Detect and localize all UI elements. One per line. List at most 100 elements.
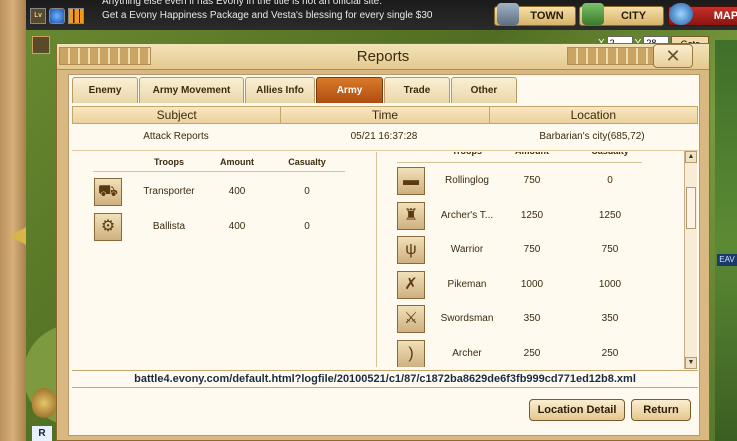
troop-row: ✗ Pikeman 1000 1000	[377, 269, 681, 301]
troop-name: Rollinglog	[445, 175, 489, 186]
troop-casualty: 0	[304, 186, 310, 197]
compass-icon[interactable]	[32, 388, 56, 418]
location-header: Location	[570, 108, 616, 122]
troop-amount: 750	[523, 175, 541, 186]
troop-amount: 1000	[520, 278, 544, 290]
troop-name: Archer	[452, 347, 482, 359]
casualty-header: Casualty	[288, 157, 326, 167]
troop-glyph: ▬	[403, 172, 419, 189]
reports-panel: Enemy Army Movement Allies Info Army Tra…	[68, 74, 700, 436]
troop-glyph: ✗	[404, 275, 418, 293]
troop-amount: 400	[228, 186, 246, 197]
subject-header: Subject	[73, 107, 282, 123]
troop-amount: 400	[228, 221, 246, 232]
return-button[interactable]: Return	[631, 399, 691, 421]
troop-casualty: 1000	[598, 278, 622, 290]
troop-casualty: 250	[601, 347, 619, 359]
troop-casualty: 750	[601, 244, 619, 255]
report-location: Barbarian's city(685,72)	[539, 131, 645, 142]
troop-glyph: ⛟	[97, 183, 119, 200]
troop-row: ▬ Rollinglog 750 0	[377, 165, 681, 197]
news-ticker: Anything else even if has Evony in the t…	[102, 0, 482, 30]
minimize-icon[interactable]	[32, 36, 50, 54]
lv-icon[interactable]: Lv	[30, 8, 46, 24]
pause-icon[interactable]	[68, 8, 84, 24]
ticker-line-1: Anything else even if has Evony in the t…	[102, 0, 382, 7]
globe-map-icon	[669, 3, 693, 25]
tab-trade[interactable]: Trade	[384, 77, 450, 103]
attacker-troops: Troops Amount Casualty ⛟ Transporter 400 0 ⚙…	[72, 152, 377, 367]
report-time: 05/21 16:37:28	[350, 131, 418, 142]
warrior-icon: ψ	[397, 236, 425, 264]
bottom-left-label: R	[32, 426, 52, 441]
casualty-header: Casualty	[575, 152, 645, 160]
globe-icon[interactable]	[49, 8, 65, 24]
amount-header: Amount	[220, 157, 254, 167]
troop-row: ) Archer 250 250	[377, 338, 681, 367]
troop-name: Pikeman	[447, 278, 487, 290]
report-row[interactable]: Attack Reports 05/21 16:37:28 Barbarian'…	[72, 124, 698, 151]
troops-header: Troops	[153, 157, 184, 167]
close-button[interactable]: ✕	[653, 44, 693, 68]
tab-army[interactable]: Army	[316, 77, 383, 103]
city-button[interactable]: CITY	[579, 3, 664, 26]
city-icon	[582, 3, 604, 25]
title-bar[interactable]: Reports	[57, 44, 709, 70]
troop-row: ⚙ Ballista 400 0	[72, 211, 376, 243]
ticker-line-2: Get a Evony Happiness Package and Vesta'…	[102, 10, 433, 21]
defender-troops[interactable]: Troops Amount Casualty ▬ Rollinglog 750 0 ♜ A…	[377, 152, 697, 367]
troop-name: Warrior	[450, 244, 484, 255]
town-icon	[497, 3, 519, 25]
scroll-thumb[interactable]	[686, 187, 696, 229]
troop-glyph: ⚔	[403, 310, 419, 327]
window-title: Reports	[356, 48, 410, 65]
troop-name: Swordsman	[440, 313, 494, 324]
tab-allies-info[interactable]: Allies Info	[245, 77, 315, 103]
troop-casualty: 1250	[598, 209, 622, 221]
report-subject: Attack Reports	[143, 131, 209, 142]
troop-row: ψ Warrior 750 750	[377, 234, 681, 266]
location-detail-button[interactable]: Location Detail	[529, 399, 625, 421]
troop-amount: 350	[523, 313, 541, 324]
troop-glyph: ⚙	[100, 218, 116, 235]
transporter-icon: ⛟	[94, 178, 122, 206]
troop-amount: 1250	[520, 209, 544, 221]
time-header: Time	[281, 107, 490, 123]
troop-name: Transporter	[143, 186, 195, 197]
tab-bar: Enemy Army Movement Allies Info Army Tra…	[72, 77, 518, 103]
scroll-up-icon[interactable]: ▲	[685, 151, 697, 163]
archer-icon: )	[397, 339, 425, 367]
tab-other[interactable]: Other	[451, 77, 517, 103]
troop-row: ⛟ Transporter 400 0	[72, 176, 376, 208]
troop-name: Archer's T...	[440, 209, 494, 221]
scroll-down-icon[interactable]: ▼	[685, 357, 697, 369]
city-label: CITY	[620, 10, 647, 22]
map-button[interactable]: MAP	[668, 3, 737, 26]
tab-enemy[interactable]: Enemy	[72, 77, 138, 103]
troop-casualty: 0	[607, 175, 613, 186]
left-arrow-icon[interactable]	[10, 227, 26, 245]
troop-glyph: )	[408, 344, 414, 362]
header-divider	[93, 171, 345, 172]
ballista-icon: ⚙	[94, 213, 122, 241]
amount-header: Amount	[502, 152, 562, 160]
troop-glyph: ψ	[405, 241, 417, 258]
right-frame-strip	[715, 40, 737, 441]
archers-tower-icon: ♜	[397, 201, 425, 230]
town-button[interactable]: TOWN	[494, 3, 576, 26]
troop-row: ⚔ Swordsman 350 350	[377, 303, 681, 335]
top-icons: Lv	[30, 8, 84, 24]
troops-header: Troops	[432, 152, 502, 160]
rollinglog-icon: ▬	[397, 167, 425, 195]
troop-glyph: ♜	[403, 206, 419, 224]
report-header: Subject Time Location	[72, 106, 698, 124]
troops-scrollbar[interactable]: ▲ ▼	[684, 151, 697, 369]
right-side-label: EAV	[717, 254, 737, 266]
left-frame-strip	[0, 0, 26, 441]
troop-amount: 750	[523, 244, 541, 255]
reports-window: Reports ✕ Enemy Army Movement Allies Inf…	[56, 43, 710, 441]
troop-casualty: 0	[304, 221, 310, 232]
troop-name: Ballista	[152, 221, 186, 232]
battle-log-url[interactable]: battle4.evony.com/default.html?logfile/2…	[72, 370, 698, 388]
tab-army-movement[interactable]: Army Movement	[139, 77, 244, 103]
